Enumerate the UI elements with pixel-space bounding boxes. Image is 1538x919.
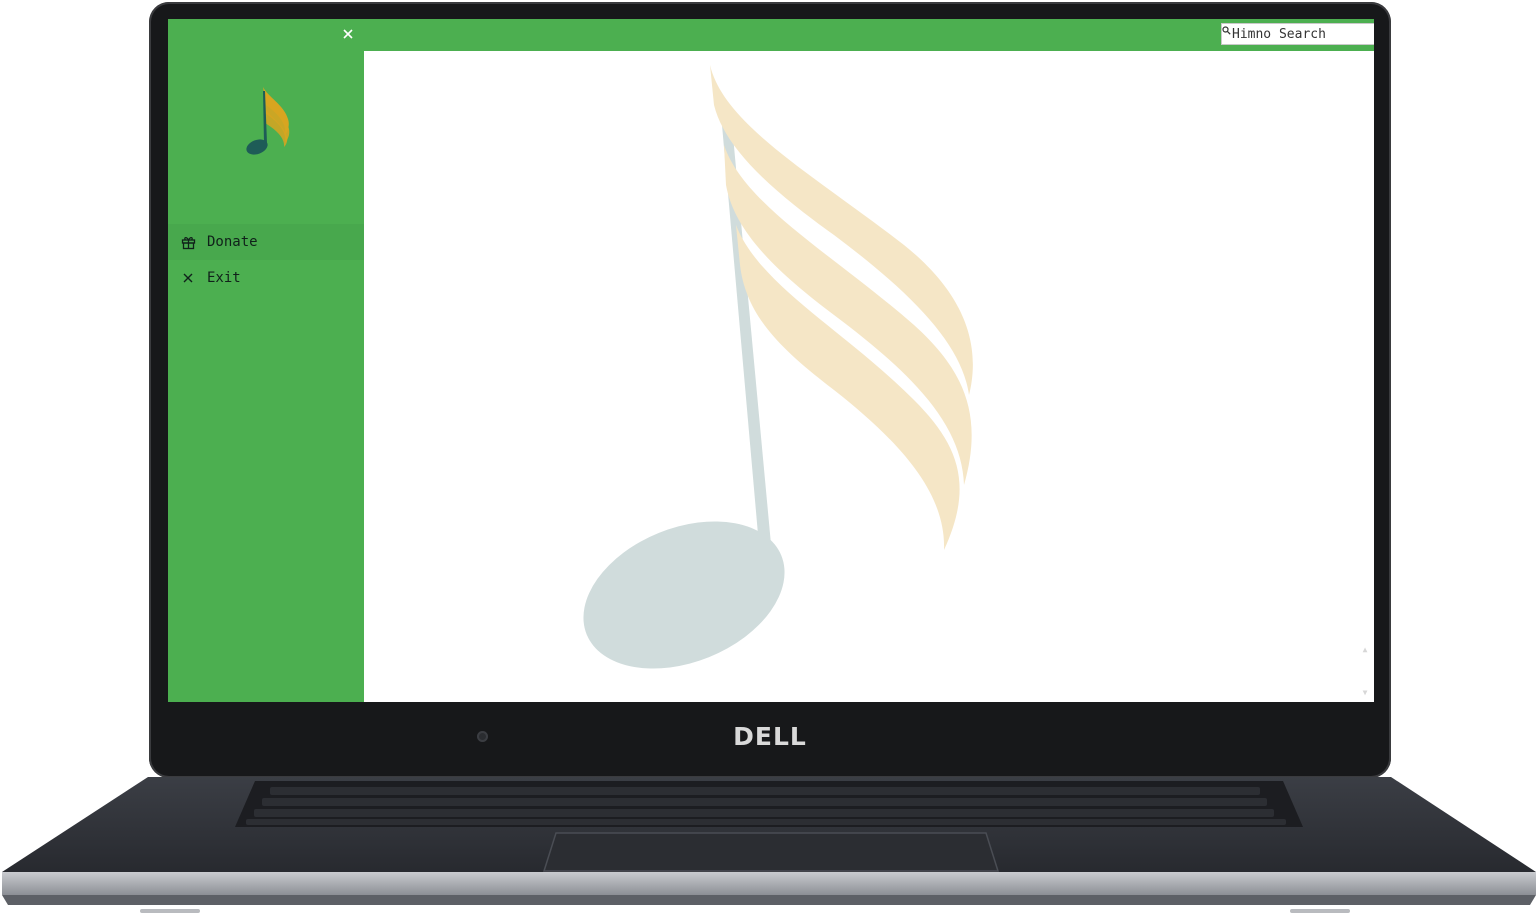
webcam: [477, 731, 488, 742]
app-logo: [246, 87, 290, 155]
laptop-base: [2, 777, 1536, 913]
music-note-watermark: [583, 65, 973, 669]
close-icon: [343, 29, 353, 39]
sidebar-item-exit[interactable]: Exit: [168, 260, 364, 296]
screen: Donate Exit Himno Search ▲ ▼: [168, 19, 1374, 702]
search-input[interactable]: [1232, 24, 1374, 44]
sidebar-item-label: Exit: [207, 270, 241, 286]
search-box[interactable]: [1221, 23, 1374, 45]
gift-icon: [180, 234, 196, 250]
laptop-brand-logo: DELL: [733, 722, 807, 751]
scroll-down-button[interactable]: ▼: [1360, 688, 1370, 698]
sidebar-close-button[interactable]: [340, 27, 356, 43]
close-icon: [180, 270, 196, 286]
sidebar: Donate Exit: [168, 19, 364, 702]
sidebar-item-label: Donate: [207, 234, 258, 250]
title-bar: [364, 19, 1374, 51]
sidebar-item-donate[interactable]: Donate: [168, 224, 364, 260]
search-icon: [1222, 24, 1232, 44]
main-content: ▲ ▼: [364, 51, 1374, 702]
scroll-up-button[interactable]: ▲: [1360, 645, 1370, 655]
